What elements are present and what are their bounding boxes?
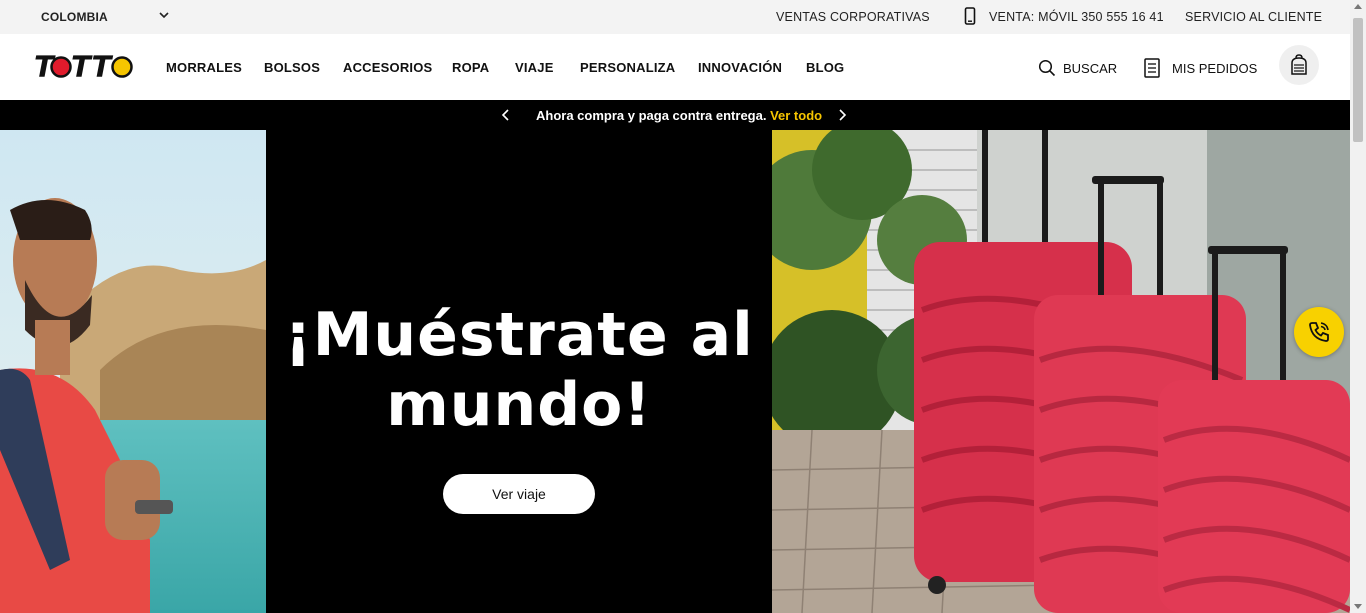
top-utility-bar: COLOMBIA VENTAS CORPORATIVAS VENTA: MÓVI… (0, 0, 1350, 34)
nav-personaliza[interactable]: PERSONALIZA (580, 60, 675, 75)
hero-title-line2: mundo! (386, 370, 652, 440)
nav-morrales[interactable]: MORRALES (166, 60, 242, 75)
my-orders-label[interactable]: MIS PEDIDOS (1172, 61, 1257, 76)
search-icon[interactable] (1038, 59, 1056, 77)
nav-bolsos[interactable]: BOLSOS (264, 60, 320, 75)
scroll-up-arrow[interactable] (1354, 4, 1362, 9)
scroll-down-arrow[interactable] (1354, 604, 1362, 609)
nav-ropa[interactable]: ROPA (452, 60, 489, 75)
nav-innovacion[interactable]: INNOVACIÓN (698, 60, 782, 75)
promo-link[interactable]: Ver todo (770, 108, 822, 123)
nav-accesorios[interactable]: ACCESORIOS (343, 60, 432, 75)
traveler-photo (0, 130, 266, 613)
main-header: T TT MORRALES BOLSOS ACCESORIOS ROPA VIA… (0, 34, 1350, 100)
hero-title: ¡Muéstrate al mundo! (266, 300, 772, 440)
promo-text: Ahora compra y paga contra entrega. (536, 108, 767, 123)
chevron-right-icon[interactable] (835, 108, 849, 122)
suitcases-photo (772, 130, 1350, 613)
mobile-phone-icon (964, 7, 976, 25)
promo-message: Ahora compra y paga contra entrega. Ver … (536, 108, 822, 123)
customer-service-link[interactable]: SERVICIO AL CLIENTE (1185, 10, 1322, 24)
hero-banner: ¡Muéstrate al mundo! Ver viaje (0, 130, 1350, 613)
totto-logo[interactable]: T TT (34, 49, 136, 85)
corporate-sales-link[interactable]: VENTAS CORPORATIVAS (776, 10, 930, 24)
backpack-icon (1291, 54, 1307, 75)
svg-text:TT: TT (71, 50, 113, 84)
nav-blog[interactable]: BLOG (806, 60, 844, 75)
nav-viaje[interactable]: VIAJE (515, 60, 554, 75)
promo-strip: Ahora compra y paga contra entrega. Ver … (0, 100, 1350, 130)
hero-title-line1: ¡Muéstrate al (284, 300, 754, 370)
search-label[interactable]: BUSCAR (1063, 61, 1117, 76)
call-button[interactable] (1294, 307, 1344, 357)
cart-button[interactable] (1279, 45, 1319, 85)
ver-viaje-button[interactable]: Ver viaje (443, 474, 595, 514)
chevron-left-icon[interactable] (499, 108, 513, 122)
scroll-thumb[interactable] (1353, 18, 1363, 142)
sales-phone-link[interactable]: VENTA: MÓVIL 350 555 16 41 (989, 10, 1164, 24)
document-list-icon[interactable] (1143, 58, 1161, 78)
phone-call-icon (1309, 322, 1329, 342)
chevron-down-icon[interactable] (157, 8, 171, 22)
page-scrollbar[interactable] (1350, 0, 1366, 613)
country-selector[interactable]: COLOMBIA (41, 10, 108, 24)
